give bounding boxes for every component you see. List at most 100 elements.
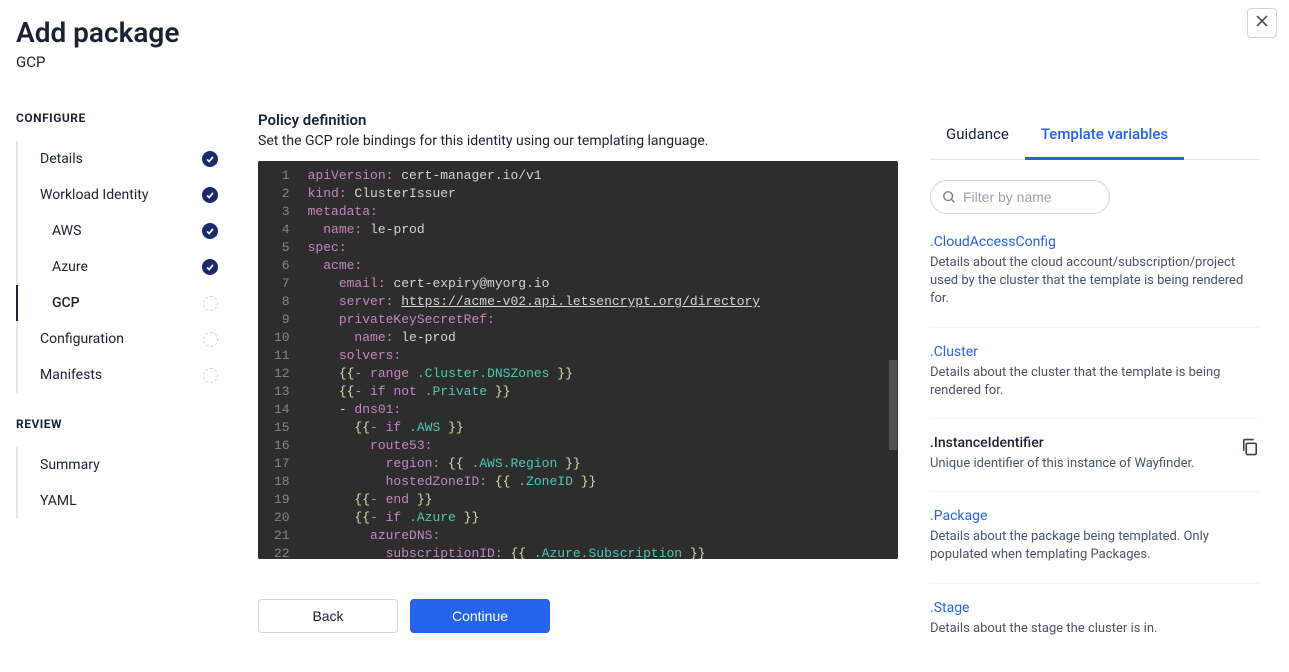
code-line[interactable]: region: {{ .AWS.Region }} (300, 455, 898, 473)
pending-icon (203, 296, 218, 311)
section-title: Policy definition (258, 111, 898, 129)
search-icon (942, 190, 956, 204)
code-line[interactable]: solvers: (300, 347, 898, 365)
code-line[interactable]: {{- if .Azure }} (300, 509, 898, 527)
variable-desc: Unique identifier of this instance of Wa… (930, 455, 1260, 473)
line-number: 22 (274, 545, 290, 559)
line-number: 9 (274, 311, 290, 329)
line-number: 1 (274, 167, 290, 185)
sidebar-item-azure[interactable]: Azure (18, 249, 226, 285)
filter-input[interactable] (930, 180, 1110, 214)
sidebar-item-label: Details (40, 151, 83, 167)
sidebar-item-aws[interactable]: AWS (18, 213, 226, 249)
pending-icon (203, 332, 218, 347)
code-line[interactable]: privateKeySecretRef: (300, 311, 898, 329)
line-number: 15 (274, 419, 290, 437)
code-line[interactable]: {{- if not .Private }} (300, 383, 898, 401)
code-line[interactable]: spec: (300, 239, 898, 257)
line-number: 18 (274, 473, 290, 491)
check-icon (202, 151, 218, 167)
variable-item: .Cluster Details about the cluster that t… (930, 344, 1260, 419)
sidebar-item-gcp[interactable]: GCP (16, 285, 226, 321)
code-line[interactable]: name: le-prod (300, 221, 898, 239)
code-line[interactable]: {{- end }} (300, 491, 898, 509)
back-button[interactable]: Back (258, 599, 398, 633)
sidebar-item-label: Manifests (40, 367, 102, 383)
tab-template-variables[interactable]: Template variables (1025, 115, 1184, 160)
close-button[interactable] (1247, 8, 1277, 38)
line-number: 21 (274, 527, 290, 545)
review-section-label: REVIEW (16, 417, 226, 431)
right-panel: GuidanceTemplate variables .CloudAccessC… (930, 111, 1260, 672)
variable-item: .CloudAccessConfig Details about the clou… (930, 234, 1260, 328)
tabs: GuidanceTemplate variables (930, 115, 1260, 160)
sidebar-item-workload-identity[interactable]: Workload Identity (18, 177, 226, 213)
code-body[interactable]: apiVersion: cert-manager.io/v1kind: Clus… (300, 161, 898, 559)
sidebar-item-summary[interactable]: Summary (18, 447, 226, 483)
continue-button[interactable]: Continue (410, 599, 550, 633)
line-number: 14 (274, 401, 290, 419)
variable-name: .InstanceIdentifier (930, 435, 1260, 451)
sidebar-item-configuration[interactable]: Configuration (18, 321, 226, 357)
variable-item: .Package Details about the package being … (930, 508, 1260, 583)
code-line[interactable]: {{- if .AWS }} (300, 419, 898, 437)
pending-icon (203, 368, 218, 383)
line-number: 16 (274, 437, 290, 455)
line-number: 20 (274, 509, 290, 527)
line-number: 7 (274, 275, 290, 293)
sidebar-item-manifests[interactable]: Manifests (18, 357, 226, 393)
code-gutter: 12345678910111213141516171819202122 (258, 161, 300, 559)
sidebar-item-details[interactable]: Details (18, 141, 226, 177)
code-line[interactable]: acme: (300, 257, 898, 275)
copy-icon[interactable] (1240, 437, 1260, 457)
check-icon (202, 223, 218, 239)
line-number: 11 (274, 347, 290, 365)
scrollbar-thumb[interactable] (889, 360, 897, 450)
check-icon (202, 259, 218, 275)
check-icon (202, 187, 218, 203)
variable-name[interactable]: .Package (930, 508, 1260, 524)
sidebar-item-label: GCP (52, 295, 80, 311)
line-number: 8 (274, 293, 290, 311)
variable-desc: Details about the package being template… (930, 528, 1260, 564)
code-line[interactable]: route53: (300, 437, 898, 455)
code-editor[interactable]: 12345678910111213141516171819202122 apiV… (258, 161, 898, 559)
variable-name[interactable]: .Stage (930, 600, 1260, 616)
sidebar-item-yaml[interactable]: YAML (18, 483, 226, 519)
code-line[interactable]: {{- range .Cluster.DNSZones }} (300, 365, 898, 383)
configure-nav: Details Workload Identity AWS Azure GCP Confi… (16, 141, 226, 393)
line-number: 19 (274, 491, 290, 509)
line-number: 17 (274, 455, 290, 473)
code-line[interactable]: metadata: (300, 203, 898, 221)
code-line[interactable]: subscriptionID: {{ .Azure.Subscription }… (300, 545, 898, 559)
sidebar: CONFIGURE Details Workload Identity AWS Azu… (16, 111, 226, 672)
page-title: Add package (16, 16, 1273, 49)
code-line[interactable]: server: https://acme-v02.api.letsencrypt… (300, 293, 898, 311)
variable-desc: Details about the cloud account/subscrip… (930, 254, 1260, 309)
code-line[interactable]: name: le-prod (300, 329, 898, 347)
line-number: 12 (274, 365, 290, 383)
line-number: 5 (274, 239, 290, 257)
close-icon (1255, 14, 1269, 33)
line-number: 3 (274, 203, 290, 221)
code-line[interactable]: kind: ClusterIssuer (300, 185, 898, 203)
configure-section-label: CONFIGURE (16, 111, 226, 125)
variable-name[interactable]: .Cluster (930, 344, 1260, 360)
code-line[interactable]: - dns01: (300, 401, 898, 419)
page-subtitle: GCP (16, 53, 1273, 71)
code-line[interactable]: email: cert-expiry@myorg.io (300, 275, 898, 293)
sidebar-item-label: Azure (52, 259, 88, 275)
review-nav: Summary YAML (16, 447, 226, 519)
variable-item: .InstanceIdentifier Unique identifier of … (930, 435, 1260, 492)
variable-name[interactable]: .CloudAccessConfig (930, 234, 1260, 250)
main-content: Policy definition Set the GCP role bindi… (258, 111, 898, 672)
code-line[interactable]: hostedZoneID: {{ .ZoneID }} (300, 473, 898, 491)
line-number: 10 (274, 329, 290, 347)
variable-desc: Details about the cluster that the templ… (930, 364, 1260, 400)
section-desc: Set the GCP role bindings for this ident… (258, 133, 898, 149)
code-line[interactable]: apiVersion: cert-manager.io/v1 (300, 167, 898, 185)
tab-guidance[interactable]: Guidance (930, 115, 1025, 160)
sidebar-item-label: YAML (40, 493, 77, 509)
code-line[interactable]: azureDNS: (300, 527, 898, 545)
sidebar-item-label: AWS (52, 223, 81, 239)
